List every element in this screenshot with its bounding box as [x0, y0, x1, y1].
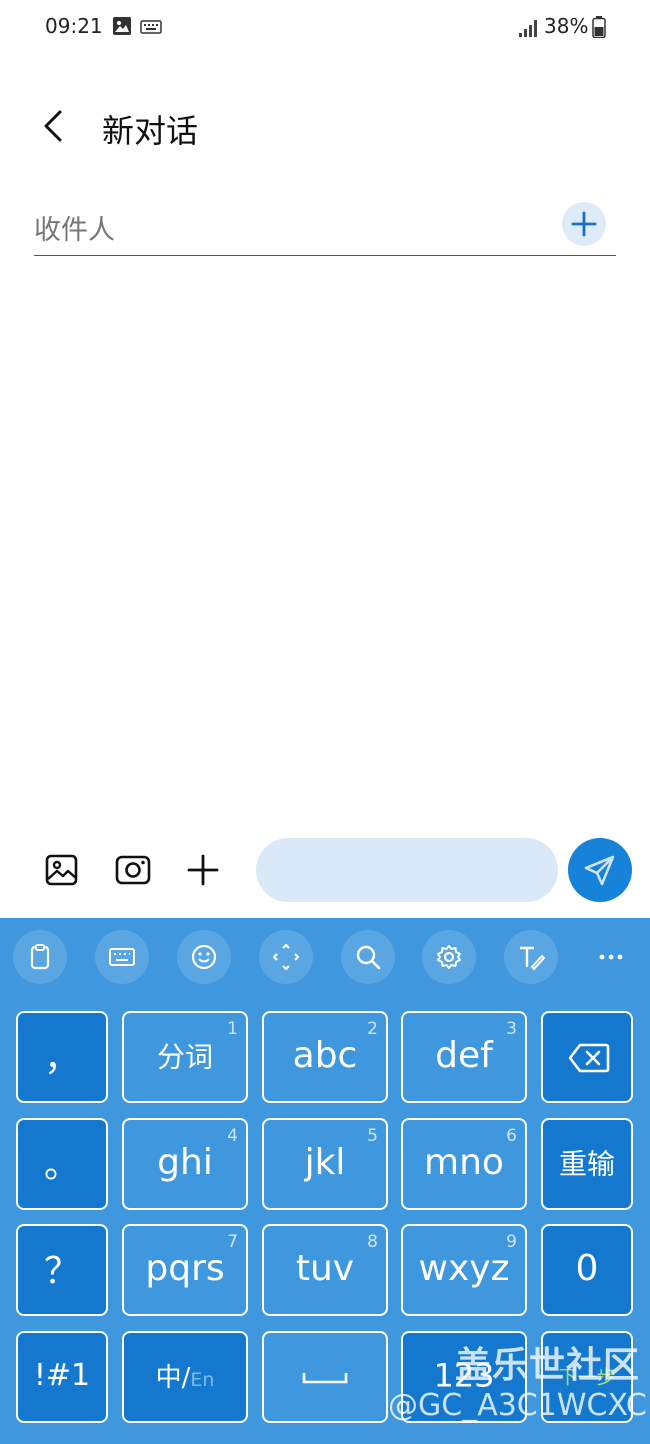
attach-plus-icon[interactable]	[181, 848, 225, 892]
key-backspace[interactable]	[541, 1011, 633, 1103]
status-time: 09:21	[45, 14, 103, 38]
key-space[interactable]	[262, 1331, 388, 1423]
plus-icon	[571, 211, 597, 237]
key-ghi[interactable]: ghi 4	[122, 1118, 248, 1210]
watermark-title: 盖乐世社区	[455, 1345, 641, 1386]
status-bar: 09:21 38%	[0, 0, 650, 56]
send-icon	[584, 855, 615, 886]
camera-icon[interactable]	[111, 848, 155, 892]
key-tuv[interactable]: tuv 8	[262, 1224, 388, 1316]
signal-icon	[518, 18, 540, 42]
cursor-move-icon[interactable]	[259, 930, 313, 984]
key-comma[interactable]: ，	[16, 1011, 108, 1103]
settings-icon[interactable]	[422, 930, 476, 984]
key-period[interactable]: 。	[16, 1118, 108, 1210]
key-mno[interactable]: mno 6	[401, 1118, 527, 1210]
message-input[interactable]	[256, 838, 558, 902]
key-question[interactable]: ？	[16, 1224, 108, 1316]
handwriting-icon[interactable]	[504, 930, 558, 984]
key-abc[interactable]: abc 2	[262, 1011, 388, 1103]
keyboard-icon[interactable]	[95, 930, 149, 984]
backspace-icon	[568, 1043, 610, 1073]
emoji-icon[interactable]	[177, 930, 231, 984]
key-wxyz[interactable]: wxyz 9	[401, 1224, 527, 1316]
keyboard: ， 分词 1 abc 2 def 3 。 ghi 4 jkl 5 mno 6 重…	[0, 918, 650, 1444]
key-lang-switch[interactable]: 中/En	[122, 1331, 248, 1423]
image-icon	[112, 16, 132, 40]
battery-icon	[592, 16, 606, 42]
more-icon[interactable]	[584, 930, 638, 984]
battery-percent: 38%	[544, 14, 589, 38]
recipient-placeholder: 收件人	[34, 215, 115, 246]
key-symbols[interactable]: !#1	[16, 1331, 108, 1423]
gallery-icon[interactable]	[40, 848, 84, 892]
clipboard-icon[interactable]	[13, 930, 67, 984]
add-recipient-button[interactable]	[562, 202, 606, 246]
page-title: 新对话	[102, 112, 199, 150]
space-icon	[302, 1373, 348, 1384]
key-reinput[interactable]: 重输	[541, 1118, 633, 1210]
recipient-field[interactable]: 收件人	[34, 200, 616, 256]
key-zero[interactable]: 0	[541, 1224, 633, 1316]
back-chevron-icon[interactable]	[30, 102, 78, 150]
search-icon[interactable]	[341, 930, 395, 984]
key-def[interactable]: def 3	[401, 1011, 527, 1103]
watermark-user: @GC_A3C1WCXC	[388, 1388, 647, 1423]
key-fenci[interactable]: 分词 1	[122, 1011, 248, 1103]
key-jkl[interactable]: jkl 5	[262, 1118, 388, 1210]
key-pqrs[interactable]: pqrs 7	[122, 1224, 248, 1316]
send-button[interactable]	[568, 838, 632, 902]
keyboard-icon	[140, 19, 162, 38]
